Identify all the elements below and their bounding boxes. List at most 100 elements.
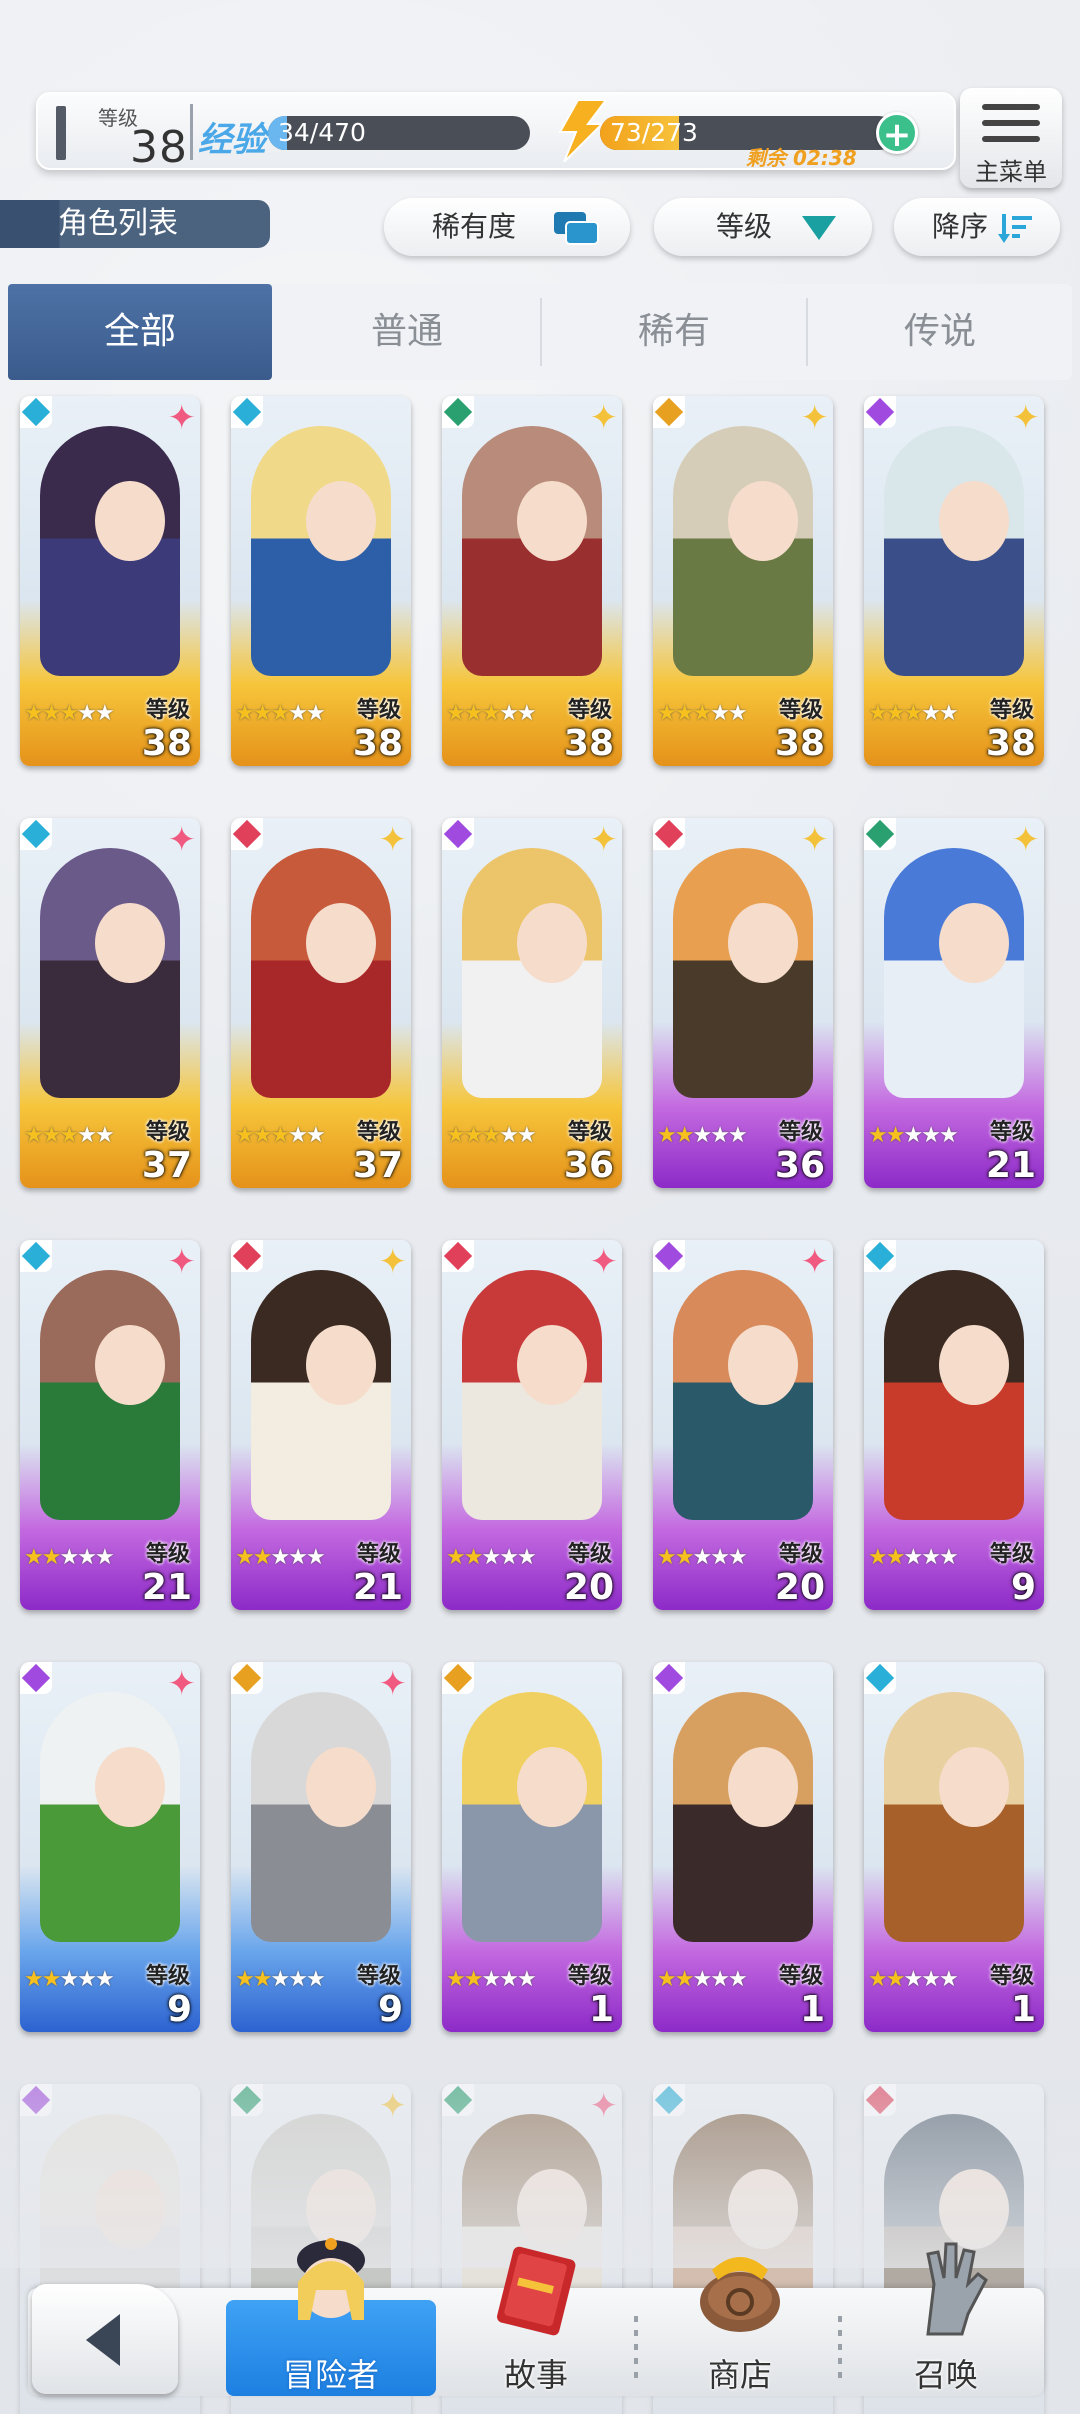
back-button[interactable]	[32, 2284, 178, 2394]
character-card[interactable]: ✦ ★★★★★ 等级 37	[231, 818, 411, 1188]
character-face	[728, 903, 798, 983]
character-portrait	[251, 1270, 391, 1520]
sort-level-button[interactable]: 等级	[654, 198, 872, 256]
star-icon: ★	[674, 701, 695, 726]
star-icon: ★	[94, 701, 115, 726]
sort-rarity-button[interactable]: 稀有度	[384, 198, 630, 256]
star-icon: ★	[252, 1123, 273, 1148]
stamina-timer: 剩余 02:38	[746, 146, 857, 170]
character-card[interactable]: ✦ ★★★★★ 等级 21	[20, 1240, 200, 1610]
star-icon: ★	[24, 701, 44, 726]
character-card[interactable]: ★★★★★ 等级 38	[231, 396, 411, 766]
star-icon: ★	[463, 701, 484, 726]
character-portrait	[40, 1270, 180, 1520]
character-portrait	[673, 1692, 813, 1942]
nav-summon[interactable]: 召唤	[846, 2242, 1046, 2396]
star-icon: ★	[516, 1123, 537, 1148]
card-level-label: 等级	[989, 1964, 1034, 1989]
shop-bag-icon	[700, 2257, 780, 2332]
star-icon: ★	[499, 1967, 519, 1992]
character-card[interactable]: ✦ ★★★★★ 等级 38	[20, 396, 200, 766]
sparkle-icon: ✦	[378, 1664, 408, 1704]
star-icon: ★	[481, 1967, 501, 1992]
nav-shop[interactable]: 商店	[640, 2257, 840, 2396]
card-level-label: 等级	[567, 698, 612, 723]
element-icon	[442, 1662, 474, 1694]
character-portrait	[462, 848, 602, 1098]
character-card[interactable]: ★★★★★ 等级 1	[864, 1662, 1044, 2032]
character-card[interactable]: ✦ ★★★★★ 等级 21	[231, 1240, 411, 1610]
star-icon: ★	[727, 701, 748, 726]
divider	[190, 104, 193, 160]
hamburger-icon-line	[982, 136, 1040, 142]
tab-legendary[interactable]: 传说	[808, 284, 1072, 380]
star-rating: ★★★★★	[24, 1123, 115, 1148]
nav-adventurer[interactable]: 冒险者	[226, 2238, 436, 2396]
star-icon: ★	[24, 1545, 44, 1570]
star-icon: ★	[446, 1967, 466, 1992]
card-level-label: 等级	[567, 1964, 612, 1989]
character-card[interactable]: ★★★★★ 等级 1	[653, 1662, 833, 2032]
tab-all[interactable]: 全部	[8, 284, 272, 380]
star-icon: ★	[270, 1967, 290, 1992]
sparkle-icon: ✦	[167, 1242, 197, 1282]
card-level-label: 等级	[778, 1120, 823, 1145]
character-card[interactable]: ✦ ★★★★★ 等级 21	[864, 818, 1044, 1188]
element-icon	[653, 1240, 685, 1272]
character-card[interactable]: ★★★★★ 等级 1	[442, 1662, 622, 2032]
character-card[interactable]: ✦ ★★★★★ 等级 9	[231, 1662, 411, 2032]
character-card[interactable]: ✦ ★★★★★ 等级 20	[442, 1240, 622, 1610]
element-icon	[864, 396, 896, 428]
star-rating: ★★★★★	[868, 701, 959, 726]
sparkle-icon: ✦	[800, 820, 830, 860]
character-card[interactable]: ✦ ★★★★★ 等级 38	[653, 396, 833, 766]
character-card[interactable]: ✦ ★★★★★ 等级 36	[442, 818, 622, 1188]
character-portrait	[40, 1692, 180, 1942]
level-marker	[56, 106, 66, 160]
star-icon: ★	[446, 1123, 466, 1148]
element-icon	[653, 1662, 685, 1694]
section-title: 角色列表	[0, 200, 270, 248]
add-stamina-button[interactable]: +	[876, 112, 918, 155]
bottom-nav: 冒险者 故事 商店 召唤	[0, 2238, 1080, 2414]
sparkle-icon: ✦	[167, 1664, 197, 1704]
character-card[interactable]: ✦ ★★★★★ 等级 37	[20, 818, 200, 1188]
element-icon	[20, 818, 52, 850]
star-icon: ★	[305, 701, 326, 726]
star-icon: ★	[938, 1545, 959, 1570]
plus-icon: +	[882, 115, 912, 155]
star-icon: ★	[94, 1123, 115, 1148]
sparkle-icon: ✦	[800, 1242, 830, 1282]
star-icon: ★	[885, 1545, 906, 1570]
tab-rare[interactable]: 稀有	[542, 284, 806, 380]
star-icon: ★	[868, 1967, 888, 1992]
star-icon: ★	[657, 1123, 677, 1148]
card-level-value: 9	[1010, 1567, 1036, 1608]
tab-common[interactable]: 普通	[274, 284, 540, 380]
star-icon: ★	[41, 1967, 62, 1992]
nav-story[interactable]: 故事	[436, 2246, 636, 2396]
sparkle-icon: ✦	[167, 398, 197, 438]
character-card[interactable]: ✦ ★★★★★ 等级 36	[653, 818, 833, 1188]
card-level-value: 21	[985, 1145, 1036, 1186]
sort-order-button[interactable]: 降序	[894, 198, 1060, 256]
card-level-value: 38	[985, 723, 1036, 764]
character-card[interactable]: ★★★★★ 等级 9	[864, 1240, 1044, 1610]
star-icon: ★	[305, 1967, 326, 1992]
element-icon	[231, 1240, 263, 1272]
character-card[interactable]: ✦ ★★★★★ 等级 38	[442, 396, 622, 766]
star-icon: ★	[727, 1545, 748, 1570]
star-icon: ★	[41, 1545, 62, 1570]
character-card[interactable]: ✦ ★★★★★ 等级 20	[653, 1240, 833, 1610]
card-level-label: 等级	[145, 1964, 190, 1989]
main-menu-button[interactable]: 主菜单	[960, 88, 1062, 188]
star-icon: ★	[235, 1545, 255, 1570]
element-icon	[231, 1662, 263, 1694]
character-card[interactable]: ✦ ★★★★★ 等级 9	[20, 1662, 200, 2032]
star-icon: ★	[77, 1545, 97, 1570]
character-card[interactable]: ✦ ★★★★★ 等级 38	[864, 396, 1044, 766]
character-face	[728, 481, 798, 561]
star-icon: ★	[674, 1545, 695, 1570]
main-menu-label: 主菜单	[975, 158, 1047, 186]
star-icon: ★	[499, 1545, 519, 1570]
